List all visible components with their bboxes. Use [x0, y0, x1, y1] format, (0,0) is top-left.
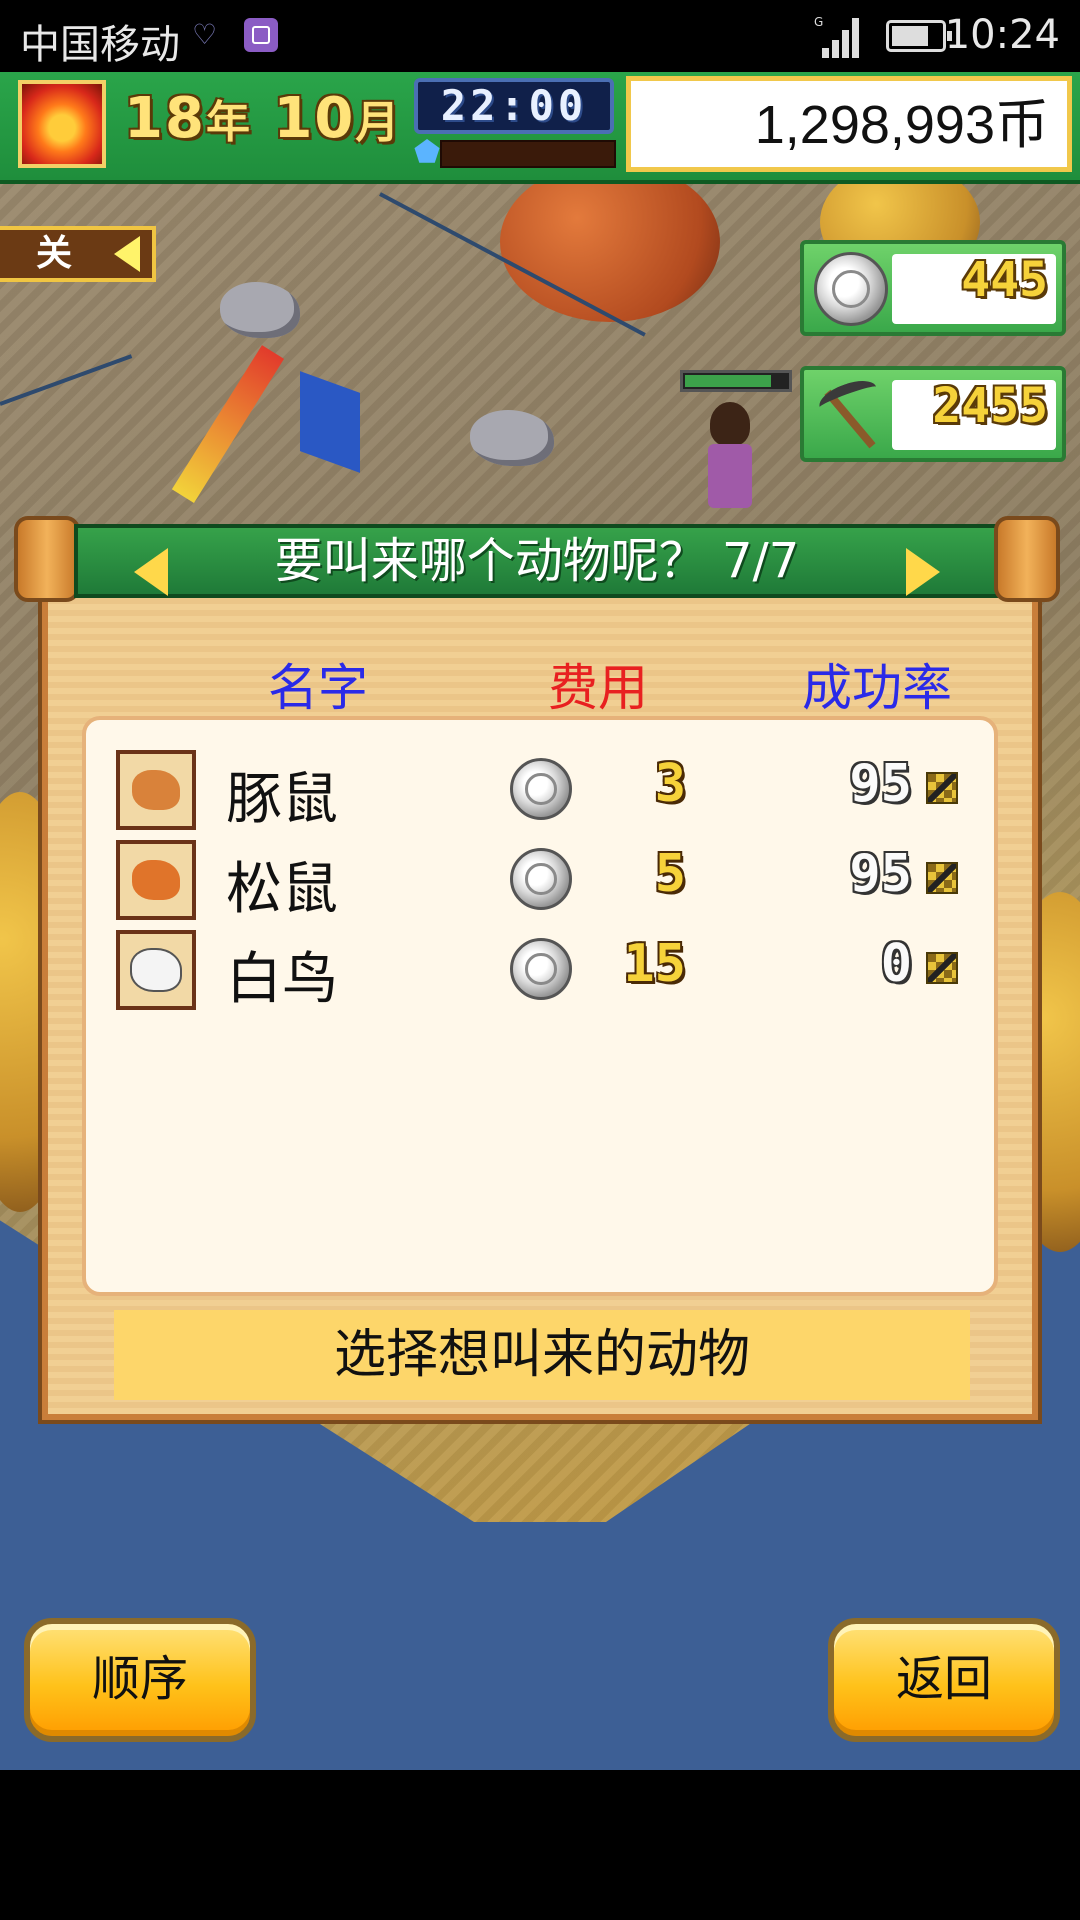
percent-icon [926, 772, 958, 804]
animal-name: 松鼠 [226, 857, 338, 922]
money-display: 1,298,993币 [626, 76, 1072, 172]
visitor-status-bar [680, 370, 792, 392]
dialog-title-band: 要叫来哪个动物呢？ 7/7 [74, 524, 1000, 598]
silver-coin-icon [510, 848, 572, 910]
status-clock: 10:24 [944, 12, 1060, 58]
animal-name: 白鸟 [226, 947, 338, 1012]
year-unit: 年 [205, 97, 252, 148]
log-ornament-left [14, 516, 80, 602]
column-header-success-rate: 成功率 [802, 659, 952, 717]
coin-counter: 445 [800, 240, 1066, 336]
silver-coin-icon [510, 758, 572, 820]
playground-slide [200, 352, 360, 502]
column-header-name: 名字 [268, 659, 368, 717]
gallery-icon [244, 18, 278, 52]
autumn-tree [500, 162, 720, 322]
squirrel-icon [116, 840, 196, 920]
autumn-leaf-icon [18, 80, 106, 168]
dialog-header: 要叫来哪个动物呢？ 7/7 [14, 516, 1060, 602]
close-tab-label: 关 [36, 233, 73, 274]
animal-success-rate: 95 [849, 754, 912, 814]
column-header-cost: 费用 [548, 659, 648, 717]
day-progress-bar [440, 140, 616, 168]
animal-cost: 5 [654, 844, 686, 904]
prev-page-arrow-icon[interactable] [134, 548, 168, 596]
game-clock: 22:00 [414, 78, 614, 134]
animal-success-rate: 95 [849, 844, 912, 904]
log-ornament-right [994, 516, 1060, 602]
percent-icon [926, 952, 958, 984]
visitor-sprite [700, 402, 760, 512]
animal-row-white-bird[interactable]: 白鸟 15 0 [86, 930, 994, 1014]
animal-success-rate: 0 [880, 934, 912, 994]
percent-icon [926, 862, 958, 894]
network-type-label: G [814, 15, 823, 29]
call-animal-dialog: 名字 费用 成功率 豚鼠 3 95 松鼠 5 95 白鸟 15 0 选择想叫来的… [42, 586, 1038, 1420]
pickaxe-icon [812, 376, 888, 452]
game-date: 18年 10月 [124, 86, 401, 151]
year-value: 18 [124, 86, 206, 151]
white-bird-icon [116, 930, 196, 1010]
next-page-arrow-icon[interactable] [906, 548, 940, 596]
pickaxe-counter: 2455 [800, 366, 1066, 462]
dialog-title: 要叫来哪个动物呢？ 7/7 [274, 533, 800, 589]
status-bar: 中国移动 ♡ G 10:24 [0, 0, 1080, 72]
collapse-arrow-icon [114, 236, 140, 272]
month-unit: 月 [355, 97, 402, 148]
hint-message: 选择想叫来的动物 [114, 1310, 970, 1400]
close-tab-button[interactable]: 关 [0, 226, 156, 282]
health-icon: ♡ [192, 18, 218, 51]
animal-name: 豚鼠 [226, 767, 338, 832]
sort-order-button[interactable]: 顺序 [24, 1618, 256, 1742]
animal-row-squirrel[interactable]: 松鼠 5 95 [86, 840, 994, 924]
animal-row-guinea-pig[interactable]: 豚鼠 3 95 [86, 750, 994, 834]
silver-coin-icon [510, 938, 572, 1000]
animal-list: 豚鼠 3 95 松鼠 5 95 白鸟 15 0 [82, 716, 998, 1296]
bottom-black-bar [0, 1770, 1080, 1920]
carrier-label: 中国移动 [20, 22, 180, 68]
top-hud: 18年 10月 22:00 ⬟ 1,298,993币 [0, 72, 1080, 184]
pickaxe-count: 2455 [932, 378, 1048, 434]
month-value: 10 [273, 86, 356, 151]
back-button[interactable]: 返回 [828, 1618, 1060, 1742]
guinea-pig-icon [116, 750, 196, 830]
animal-cost: 3 [654, 754, 686, 814]
coin-count: 445 [961, 252, 1048, 308]
battery-icon [886, 20, 952, 52]
signal-icon: G [814, 15, 859, 58]
animal-cost: 15 [623, 934, 686, 994]
silver-coin-icon [814, 252, 888, 326]
